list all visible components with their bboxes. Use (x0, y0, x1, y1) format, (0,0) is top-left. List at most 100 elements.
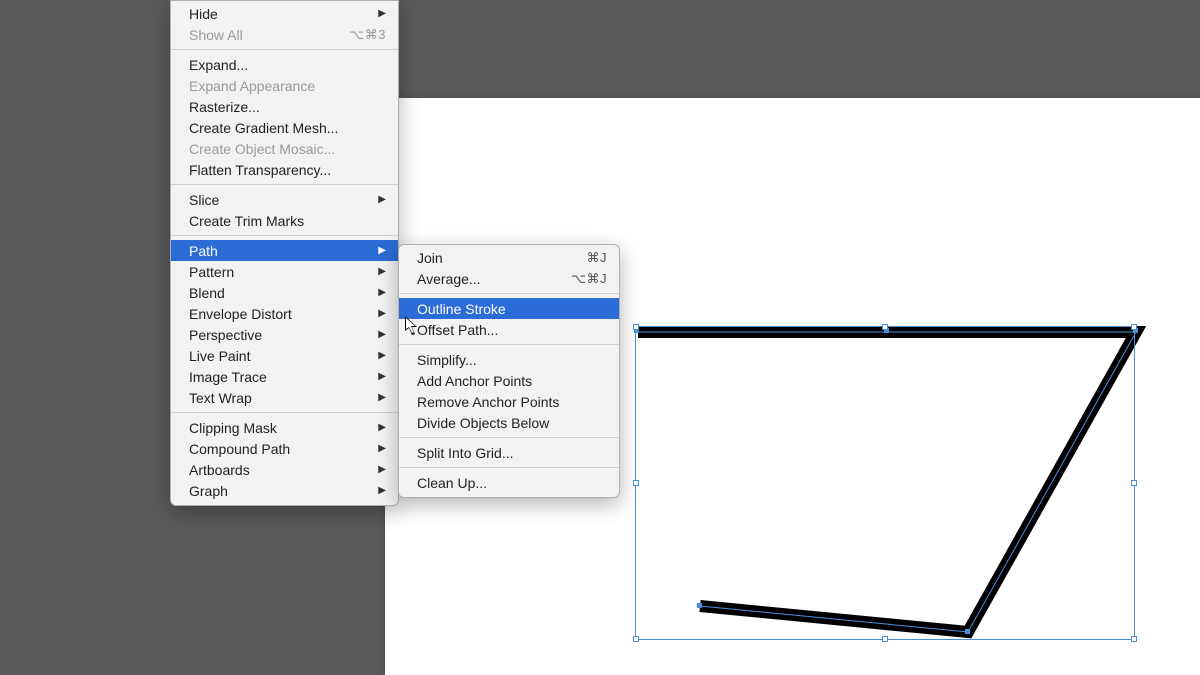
menu-item-label: Clean Up... (417, 475, 487, 491)
path-submenu-item-average[interactable]: Average... ⌥⌘J (399, 268, 619, 289)
resize-handle-tr[interactable] (1131, 324, 1137, 330)
menu-item-label: Divide Objects Below (417, 415, 549, 431)
object-menu-item-artboards[interactable]: Artboards ▶ (171, 459, 398, 480)
object-menu-item-image-trace[interactable]: Image Trace ▶ (171, 366, 398, 387)
menu-item-label: Pattern (189, 264, 234, 280)
menu-item-label: Create Trim Marks (189, 213, 304, 229)
object-menu-item-envelope-distort[interactable]: Envelope Distort ▶ (171, 303, 398, 324)
menu-item-label: Simplify... (417, 352, 477, 368)
resize-handle-tl[interactable] (633, 324, 639, 330)
object-menu-item-slice[interactable]: Slice ▶ (171, 189, 398, 210)
object-menu-item-flatten-transparency[interactable]: Flatten Transparency... (171, 159, 398, 180)
menu-separator (171, 184, 398, 185)
menu-separator (399, 293, 619, 294)
menu-separator (399, 344, 619, 345)
object-menu-item-perspective[interactable]: Perspective ▶ (171, 324, 398, 345)
object-menu-item-text-wrap[interactable]: Text Wrap ▶ (171, 387, 398, 408)
path-submenu-item-outline-stroke[interactable]: Outline Stroke (399, 298, 619, 319)
path-submenu-item-divide-objects-below[interactable]: Divide Objects Below (399, 412, 619, 433)
submenu-arrow-icon: ▶ (378, 392, 386, 403)
menu-separator (399, 437, 619, 438)
submenu-arrow-icon: ▶ (378, 422, 386, 433)
menu-item-label: Text Wrap (189, 390, 252, 406)
path-submenu-item-remove-anchor-points[interactable]: Remove Anchor Points (399, 391, 619, 412)
object-menu-item-pattern[interactable]: Pattern ▶ (171, 261, 398, 282)
menu-item-label: Path (189, 243, 218, 259)
path-submenu-item-join[interactable]: Join ⌘J (399, 247, 619, 268)
menu-item-label: Outline Stroke (417, 301, 506, 317)
submenu-arrow-icon: ▶ (378, 266, 386, 277)
menu-item-label: Flatten Transparency... (189, 162, 331, 178)
menu-item-label: Perspective (189, 327, 262, 343)
menu-item-label: Remove Anchor Points (417, 394, 559, 410)
menu-item-label: Image Trace (189, 369, 267, 385)
object-menu-item-clipping-mask[interactable]: Clipping Mask ▶ (171, 417, 398, 438)
submenu-arrow-icon: ▶ (378, 8, 386, 19)
selection-bounding-box[interactable] (635, 326, 1135, 640)
menu-item-label: Rasterize... (189, 99, 260, 115)
menu-item-label: Compound Path (189, 441, 290, 457)
menu-item-label: Expand... (189, 57, 248, 73)
menu-item-label: Envelope Distort (189, 306, 292, 322)
menu-item-label: Live Paint (189, 348, 250, 364)
object-menu-item-create-object-mosaic: Create Object Mosaic... (171, 138, 398, 159)
object-menu-item-hide[interactable]: Hide ▶ (171, 3, 398, 24)
object-menu-item-expand[interactable]: Expand... (171, 54, 398, 75)
menu-separator (171, 49, 398, 50)
menu-item-label: Create Gradient Mesh... (189, 120, 338, 136)
path-submenu-item-clean-up[interactable]: Clean Up... (399, 472, 619, 493)
object-menu-item-graph[interactable]: Graph ▶ (171, 480, 398, 501)
menu-item-label: Clipping Mask (189, 420, 277, 436)
object-menu-item-live-paint[interactable]: Live Paint ▶ (171, 345, 398, 366)
submenu-arrow-icon: ▶ (378, 350, 386, 361)
resize-handle-br[interactable] (1131, 636, 1137, 642)
menu-item-label: Slice (189, 192, 219, 208)
submenu-arrow-icon: ▶ (378, 443, 386, 454)
menu-item-label: Join (417, 250, 443, 266)
path-submenu-item-offset-path[interactable]: Offset Path... (399, 319, 619, 340)
submenu-arrow-icon: ▶ (378, 308, 386, 319)
menu-item-label: Offset Path... (417, 322, 498, 338)
object-menu-item-compound-path[interactable]: Compound Path ▶ (171, 438, 398, 459)
object-menu-item-show-all: Show All ⌥⌘3 (171, 24, 398, 45)
menu-item-label: Create Object Mosaic... (189, 141, 335, 157)
menu-item-label: Average... (417, 271, 481, 287)
menu-item-label: Hide (189, 6, 218, 22)
object-menu-item-path[interactable]: Path ▶ (171, 240, 398, 261)
submenu-arrow-icon: ▶ (378, 485, 386, 496)
path-submenu-item-split-into-grid[interactable]: Split Into Grid... (399, 442, 619, 463)
submenu-arrow-icon: ▶ (378, 287, 386, 298)
menu-item-label: Show All (189, 27, 243, 43)
menu-separator (399, 467, 619, 468)
resize-handle-mr[interactable] (1131, 480, 1137, 486)
path-submenu-item-simplify[interactable]: Simplify... (399, 349, 619, 370)
menu-item-label: Graph (189, 483, 228, 499)
submenu-arrow-icon: ▶ (378, 329, 386, 340)
menu-item-shortcut: ⌥⌘J (571, 271, 607, 287)
resize-handle-bc[interactable] (882, 636, 888, 642)
menu-item-label: Blend (189, 285, 225, 301)
object-menu-item-expand-appearance: Expand Appearance (171, 75, 398, 96)
menu-separator (171, 235, 398, 236)
menu-item-label: Split Into Grid... (417, 445, 513, 461)
submenu-arrow-icon: ▶ (378, 464, 386, 475)
object-menu-item-rasterize[interactable]: Rasterize... (171, 96, 398, 117)
resize-handle-tc[interactable] (882, 324, 888, 330)
menu-item-shortcut: ⌘J (587, 250, 608, 266)
object-menu-item-create-gradient-mesh[interactable]: Create Gradient Mesh... (171, 117, 398, 138)
object-menu[interactable]: Hide ▶ Show All ⌥⌘3 Expand... Expand Appearan… (170, 0, 399, 506)
resize-handle-ml[interactable] (633, 480, 639, 486)
path-submenu-item-add-anchor-points[interactable]: Add Anchor Points (399, 370, 619, 391)
menu-item-label: Artboards (189, 462, 250, 478)
path-submenu[interactable]: Join ⌘J Average... ⌥⌘J Outline Stroke Offset … (398, 244, 620, 498)
menu-item-shortcut: ⌥⌘3 (349, 27, 386, 43)
resize-handle-bl[interactable] (633, 636, 639, 642)
submenu-arrow-icon: ▶ (378, 371, 386, 382)
object-menu-item-create-trim-marks[interactable]: Create Trim Marks (171, 210, 398, 231)
object-menu-item-blend[interactable]: Blend ▶ (171, 282, 398, 303)
menu-item-label: Add Anchor Points (417, 373, 532, 389)
submenu-arrow-icon: ▶ (378, 245, 386, 256)
submenu-arrow-icon: ▶ (378, 194, 386, 205)
menu-separator (171, 412, 398, 413)
menu-item-label: Expand Appearance (189, 78, 315, 94)
